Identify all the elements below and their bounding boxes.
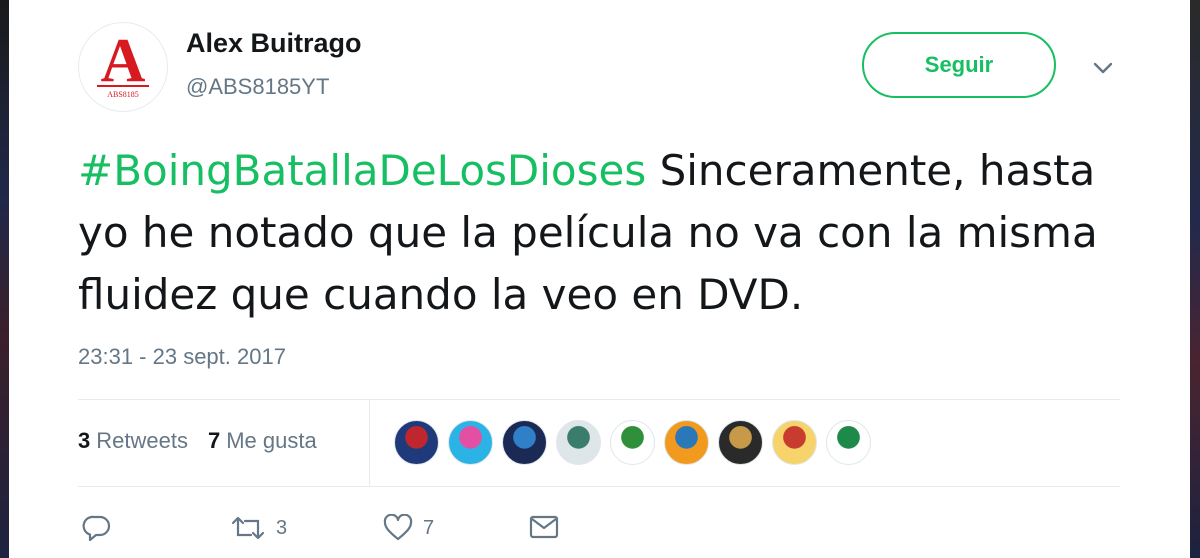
author-avatar[interactable]: A ABS8185 bbox=[78, 22, 168, 112]
liker-avatar[interactable] bbox=[718, 420, 763, 465]
avatar-rule bbox=[97, 85, 149, 87]
envelope-icon bbox=[529, 515, 559, 539]
avatar-letter: A bbox=[101, 27, 146, 95]
liker-avatar[interactable] bbox=[448, 420, 493, 465]
liker-avatar[interactable] bbox=[502, 420, 547, 465]
retweets-count: 3 bbox=[78, 428, 91, 453]
divider-bottom bbox=[78, 486, 1120, 487]
retweet-count: 3 bbox=[276, 516, 288, 539]
tweet-stats: 3 Retweets 7 Me gusta bbox=[78, 428, 317, 454]
author-name[interactable]: Alex Buitrago bbox=[186, 28, 362, 59]
retweet-icon bbox=[231, 516, 265, 540]
liker-avatar[interactable] bbox=[664, 420, 709, 465]
stats-separator bbox=[369, 400, 370, 486]
liker-avatar[interactable] bbox=[772, 420, 817, 465]
left-edge-strip bbox=[0, 0, 9, 558]
tweet-actions: 3 7 bbox=[0, 500, 1200, 558]
tweet-text: #BoingBatallaDeLosDioses Sinceramente, h… bbox=[78, 140, 1138, 326]
heart-icon bbox=[383, 514, 413, 541]
follow-button[interactable]: Seguir bbox=[862, 32, 1056, 98]
retweet-button[interactable]: 3 bbox=[230, 514, 287, 542]
liker-avatar[interactable] bbox=[610, 420, 655, 465]
divider-top bbox=[78, 399, 1120, 400]
avatar-logo: A ABS8185 bbox=[97, 27, 149, 99]
retweets-label: Retweets bbox=[96, 428, 188, 453]
tweet-timestamp[interactable]: 23:31 - 23 sept. 2017 bbox=[78, 344, 286, 370]
liker-avatar[interactable] bbox=[556, 420, 601, 465]
like-count: 7 bbox=[423, 516, 435, 539]
reply-icon bbox=[82, 515, 111, 542]
liker-avatars bbox=[394, 420, 871, 465]
likes-label: Me gusta bbox=[226, 428, 317, 453]
liker-avatar[interactable] bbox=[394, 420, 439, 465]
likes-count: 7 bbox=[207, 428, 221, 453]
likes-stat[interactable]: 7 Me gusta bbox=[208, 428, 317, 454]
author-handle[interactable]: @ABS8185YT bbox=[186, 74, 329, 100]
hashtag-link[interactable]: #BoingBatallaDeLosDioses bbox=[78, 146, 646, 195]
chevron-down-icon[interactable] bbox=[1090, 58, 1116, 78]
liker-avatar[interactable] bbox=[826, 420, 871, 465]
like-button[interactable]: 7 bbox=[383, 514, 434, 542]
avatar-caption: ABS8185 bbox=[107, 90, 139, 99]
reply-button[interactable] bbox=[82, 514, 112, 542]
direct-message-button[interactable] bbox=[529, 514, 559, 540]
right-edge-strip bbox=[1190, 0, 1200, 558]
retweets-stat[interactable]: 3 Retweets bbox=[78, 428, 188, 454]
